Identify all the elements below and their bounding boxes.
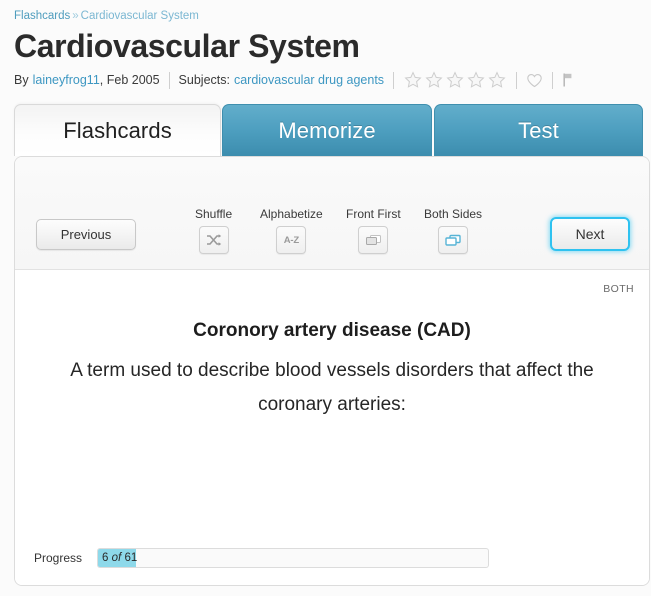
- by-prefix: By: [14, 73, 29, 87]
- tab-bar: Flashcards Memorize Test: [0, 104, 651, 156]
- rating-stars[interactable]: [403, 70, 507, 90]
- front-first-label: Front First: [346, 207, 401, 221]
- progress-row: Progress 6 of 61: [15, 548, 649, 568]
- progress-bar[interactable]: 6 of 61: [97, 548, 490, 568]
- breadcrumb-current: Cardiovascular System: [80, 10, 199, 22]
- byline-divider-1: [168, 71, 170, 89]
- front-first-tool[interactable]: Front First: [346, 207, 401, 254]
- favorite-heart-icon[interactable]: [526, 72, 543, 89]
- star-icon[interactable]: [424, 70, 444, 90]
- shuffle-icon[interactable]: [198, 226, 229, 254]
- publish-date: , Feb 2005: [99, 73, 160, 87]
- progress-of: of: [111, 552, 122, 564]
- progress-text: 6 of 61: [102, 549, 137, 567]
- both-sides-icon[interactable]: [438, 226, 469, 254]
- report-flag-icon[interactable]: [562, 72, 575, 88]
- front-first-icon[interactable]: [358, 226, 389, 254]
- next-button[interactable]: Next: [550, 217, 630, 251]
- page-header: Flashcards» Cardiovascular System Cardiov…: [0, 0, 651, 98]
- subject-link[interactable]: cardiovascular drug agents: [234, 73, 384, 87]
- card-content: Coronory artery disease (CAD) A term use…: [15, 270, 649, 422]
- tab-memorize-label: Memorize: [278, 117, 376, 143]
- star-icon[interactable]: [487, 70, 507, 90]
- tab-test[interactable]: Test: [434, 104, 643, 156]
- flashcard-toolbar: Previous Shuffle Alphabetize A-Z Front F…: [15, 157, 649, 270]
- page-root: Flashcards» Cardiovascular System Cardiov…: [0, 0, 651, 596]
- tab-test-label: Test: [518, 117, 559, 143]
- byline-row: By laineyfrog11 , Feb 2005 Subjects: car…: [14, 70, 637, 90]
- next-button-label: Next: [575, 226, 605, 242]
- a-z-glyph: A-Z: [283, 234, 299, 246]
- shuffle-label: Shuffle: [195, 207, 233, 221]
- both-sides-tool[interactable]: Both Sides: [424, 207, 482, 254]
- previous-button-label: Previous: [60, 227, 112, 242]
- star-icon[interactable]: [466, 70, 486, 90]
- card-definition: A term used to describe blood vessels di…: [70, 360, 594, 415]
- breadcrumb-separator: »: [72, 10, 79, 22]
- progress-current: 6: [102, 552, 109, 564]
- card-side-label: BOTH: [603, 283, 634, 295]
- tab-flashcards-label: Flashcards: [63, 117, 172, 143]
- page-title: Cardiovascular System: [14, 28, 360, 64]
- byline-divider-2: [393, 71, 395, 89]
- progress-label: Progress: [34, 551, 83, 565]
- both-sides-label: Both Sides: [424, 207, 483, 221]
- byline-divider-4: [552, 71, 554, 89]
- tab-memorize[interactable]: Memorize: [222, 104, 432, 156]
- subjects-label: Subjects:: [178, 73, 230, 87]
- shuffle-tool[interactable]: Shuffle: [195, 207, 232, 254]
- alphabetize-label: Alphabetize: [260, 207, 323, 221]
- alphabetize-tool[interactable]: Alphabetize A-Z: [260, 207, 323, 254]
- star-icon[interactable]: [445, 70, 465, 90]
- breadcrumb: Flashcards» Cardiovascular System: [14, 9, 637, 23]
- a-z-icon[interactable]: A-Z: [276, 226, 307, 254]
- tab-flashcards[interactable]: Flashcards: [14, 104, 221, 156]
- flashcard-panel: Previous Shuffle Alphabetize A-Z Front F…: [14, 156, 650, 586]
- byline-divider-3: [516, 71, 518, 89]
- progress-total: 61: [124, 552, 138, 564]
- card-term: Coronory artery disease (CAD): [193, 320, 471, 341]
- breadcrumb-link-flashcards[interactable]: Flashcards: [14, 10, 70, 22]
- flashcard-body[interactable]: BOTH Coronory artery disease (CAD) A ter…: [15, 270, 649, 585]
- star-icon[interactable]: [403, 70, 423, 90]
- author-link[interactable]: laineyfrog11: [33, 73, 100, 87]
- previous-button[interactable]: Previous: [36, 219, 136, 250]
